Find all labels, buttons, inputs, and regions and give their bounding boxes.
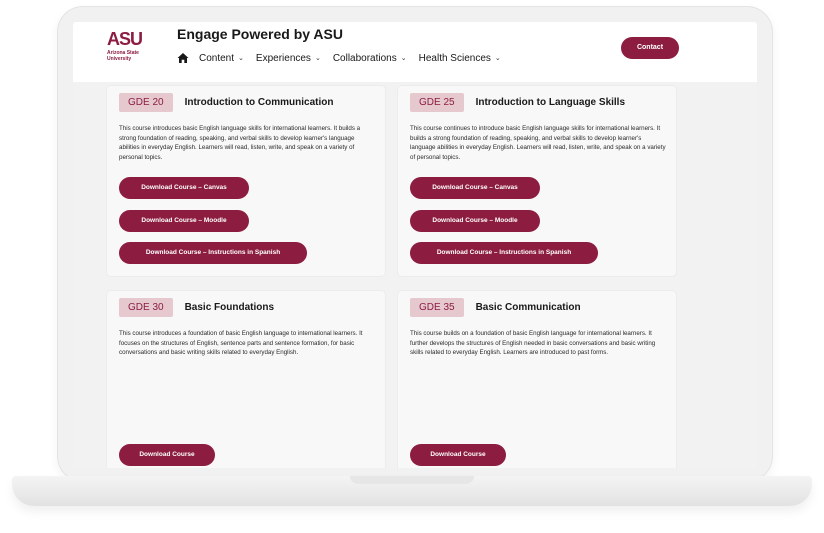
site-header: ASU Arizona State University Engage Powe…: [73, 22, 757, 82]
course-code-badge: GDE 30: [119, 298, 173, 317]
course-card-gde30: GDE 30 Basic Foundations This course int…: [107, 291, 385, 468]
course-code-badge: GDE 20: [119, 93, 173, 112]
laptop-notch: [350, 476, 474, 484]
course-code-badge: GDE 35: [410, 298, 464, 317]
download-moodle-button[interactable]: Download Course – Moodle: [410, 210, 540, 232]
download-canvas-button[interactable]: Download Course – Canvas: [410, 177, 540, 199]
laptop-screen: ASU Arizona State University Engage Powe…: [73, 22, 757, 468]
card-header: GDE 30 Basic Foundations: [119, 298, 274, 317]
home-icon[interactable]: [177, 52, 189, 64]
site-title: Engage Powered by ASU: [177, 26, 343, 42]
chevron-down-icon: ⌄: [400, 55, 407, 62]
course-card-gde35: GDE 35 Basic Communication This course b…: [398, 291, 676, 468]
download-spanish-button[interactable]: Download Course – Instructions in Spanis…: [410, 242, 598, 264]
course-card-gde20: GDE 20 Introduction to Communication Thi…: [107, 86, 385, 276]
nav-item-collaborations[interactable]: Collaborations ⌄: [333, 53, 407, 64]
course-code-badge: GDE 25: [410, 93, 464, 112]
course-title: Introduction to Communication: [184, 97, 334, 108]
course-title: Introduction to Language Skills: [475, 97, 626, 108]
download-course-button[interactable]: Download Course: [119, 444, 215, 466]
download-spanish-button[interactable]: Download Course – Instructions in Spanis…: [119, 242, 307, 264]
course-description: This course continues to introduce basic…: [410, 125, 666, 161]
chevron-down-icon: ⌄: [314, 55, 321, 62]
course-title: Basic Foundations: [184, 302, 275, 313]
logo-subtitle: Arizona State University: [107, 50, 157, 62]
course-title: Basic Communication: [475, 302, 581, 313]
course-description: This course introduces a foundation of b…: [119, 330, 363, 357]
logo-mark: ASU: [107, 29, 143, 49]
card-header: GDE 35 Basic Communication: [410, 298, 581, 317]
card-header: GDE 20 Introduction to Communication: [119, 93, 333, 112]
main-nav: Content ⌄ Experiences ⌄ Collaborations ⌄…: [177, 52, 513, 64]
nav-item-health-sciences[interactable]: Health Sciences ⌄: [419, 53, 501, 64]
download-canvas-button[interactable]: Download Course – Canvas: [119, 177, 249, 199]
course-description: This course introduces basic English lan…: [119, 125, 361, 161]
course-grid: GDE 20 Introduction to Communication Thi…: [73, 82, 757, 468]
chevron-down-icon: ⌄: [494, 55, 501, 62]
nav-item-experiences[interactable]: Experiences ⌄: [256, 53, 321, 64]
nav-item-label: Collaborations: [332, 52, 397, 64]
card-header: GDE 25 Introduction to Language Skills: [410, 93, 625, 112]
nav-item-content[interactable]: Content ⌄: [199, 53, 244, 64]
course-description: This course builds on a foundation of ba…: [410, 330, 656, 357]
course-card-gde25: GDE 25 Introduction to Language Skills T…: [398, 86, 676, 276]
nav-item-label: Health Sciences: [418, 52, 491, 64]
download-moodle-button[interactable]: Download Course – Moodle: [119, 210, 249, 232]
chevron-down-icon: ⌄: [238, 55, 244, 62]
download-course-button[interactable]: Download Course: [410, 444, 506, 466]
nav-item-label: Content: [199, 52, 235, 64]
asu-logo[interactable]: ASU Arizona State University: [107, 30, 157, 70]
nav-item-label: Experiences: [255, 52, 311, 64]
logo-sub-line2: University: [107, 56, 132, 62]
contact-button[interactable]: Contact: [621, 37, 679, 59]
